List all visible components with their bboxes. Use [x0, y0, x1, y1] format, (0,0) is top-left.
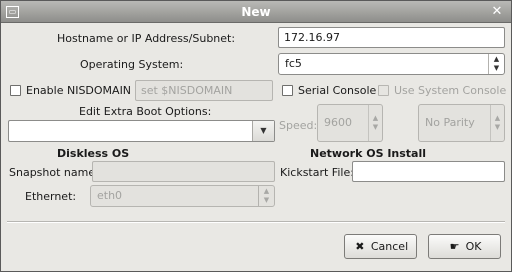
speed-value: 9600	[324, 116, 352, 129]
snapshot-name-input[interactable]	[92, 161, 275, 182]
close-window-icon[interactable]: ✕	[489, 4, 505, 20]
speed-label: Speed:	[279, 119, 318, 132]
speed-spinner[interactable]: 9600 ▲ ▼	[317, 104, 383, 142]
parity-spin-arrows-icon: ▲ ▼	[490, 105, 504, 141]
window-title: New	[241, 5, 271, 19]
diskless-os-section-title: Diskless OS	[57, 147, 130, 160]
spin-arrows-icon: ▲ ▼	[488, 54, 504, 74]
ethernet-value: eth0	[97, 189, 123, 202]
use-system-console-label: Use System Console	[394, 84, 507, 97]
extra-boot-options-combo[interactable]: ▼	[8, 120, 275, 142]
ok-hand-icon: ☛	[449, 240, 460, 253]
extra-boot-options-label: Edit Extra Boot Options:	[79, 105, 212, 118]
dialog-separator	[7, 221, 505, 223]
parity-combo[interactable]: No Parity ▲ ▼	[418, 104, 505, 142]
close-x-icon: ✖	[355, 240, 365, 253]
operating-system-label: Operating System:	[80, 58, 184, 71]
new-host-dialog: ▭ New ✕ Hostname or IP Address/Subnet: 1…	[0, 0, 512, 272]
enable-nisdomain-label: Enable NISDOMAIN	[26, 84, 132, 97]
operating-system-combo[interactable]: fc5 ▲ ▼	[278, 53, 505, 75]
nisdomain-input[interactable]: set $NISDOMAIN	[135, 80, 273, 101]
ok-button[interactable]: ☛ OK	[428, 234, 501, 259]
parity-value: No Parity	[425, 116, 475, 129]
kickstart-file-label: Kickstart File:	[280, 166, 354, 179]
use-system-console-checkbox[interactable]	[378, 85, 389, 96]
chevron-down-icon[interactable]: ▼	[252, 121, 274, 141]
network-os-install-section-title: Network OS Install	[310, 147, 427, 160]
cancel-button-label: Cancel	[370, 240, 409, 253]
title-bar: ▭ New ✕	[1, 1, 511, 23]
ethernet-combo[interactable]: eth0 ▲ ▼	[90, 185, 275, 207]
operating-system-value: fc5	[285, 57, 302, 70]
ethernet-spin-arrows-icon: ▲ ▼	[258, 186, 274, 206]
serial-console-checkbox[interactable]	[282, 85, 293, 96]
hostname-label: Hostname or IP Address/Subnet:	[57, 32, 236, 45]
cancel-button[interactable]: ✖ Cancel	[344, 234, 417, 259]
hostname-input[interactable]: 172.16.97	[278, 27, 505, 48]
speed-spin-arrows-icon: ▲ ▼	[368, 105, 382, 141]
ethernet-label: Ethernet:	[25, 190, 77, 203]
serial-console-label: Serial Console	[298, 84, 377, 97]
kickstart-file-input[interactable]	[352, 161, 505, 182]
enable-nisdomain-checkbox[interactable]	[10, 85, 21, 96]
ok-button-label: OK	[465, 240, 482, 253]
snapshot-name-label: Snapshot name:	[9, 166, 99, 179]
